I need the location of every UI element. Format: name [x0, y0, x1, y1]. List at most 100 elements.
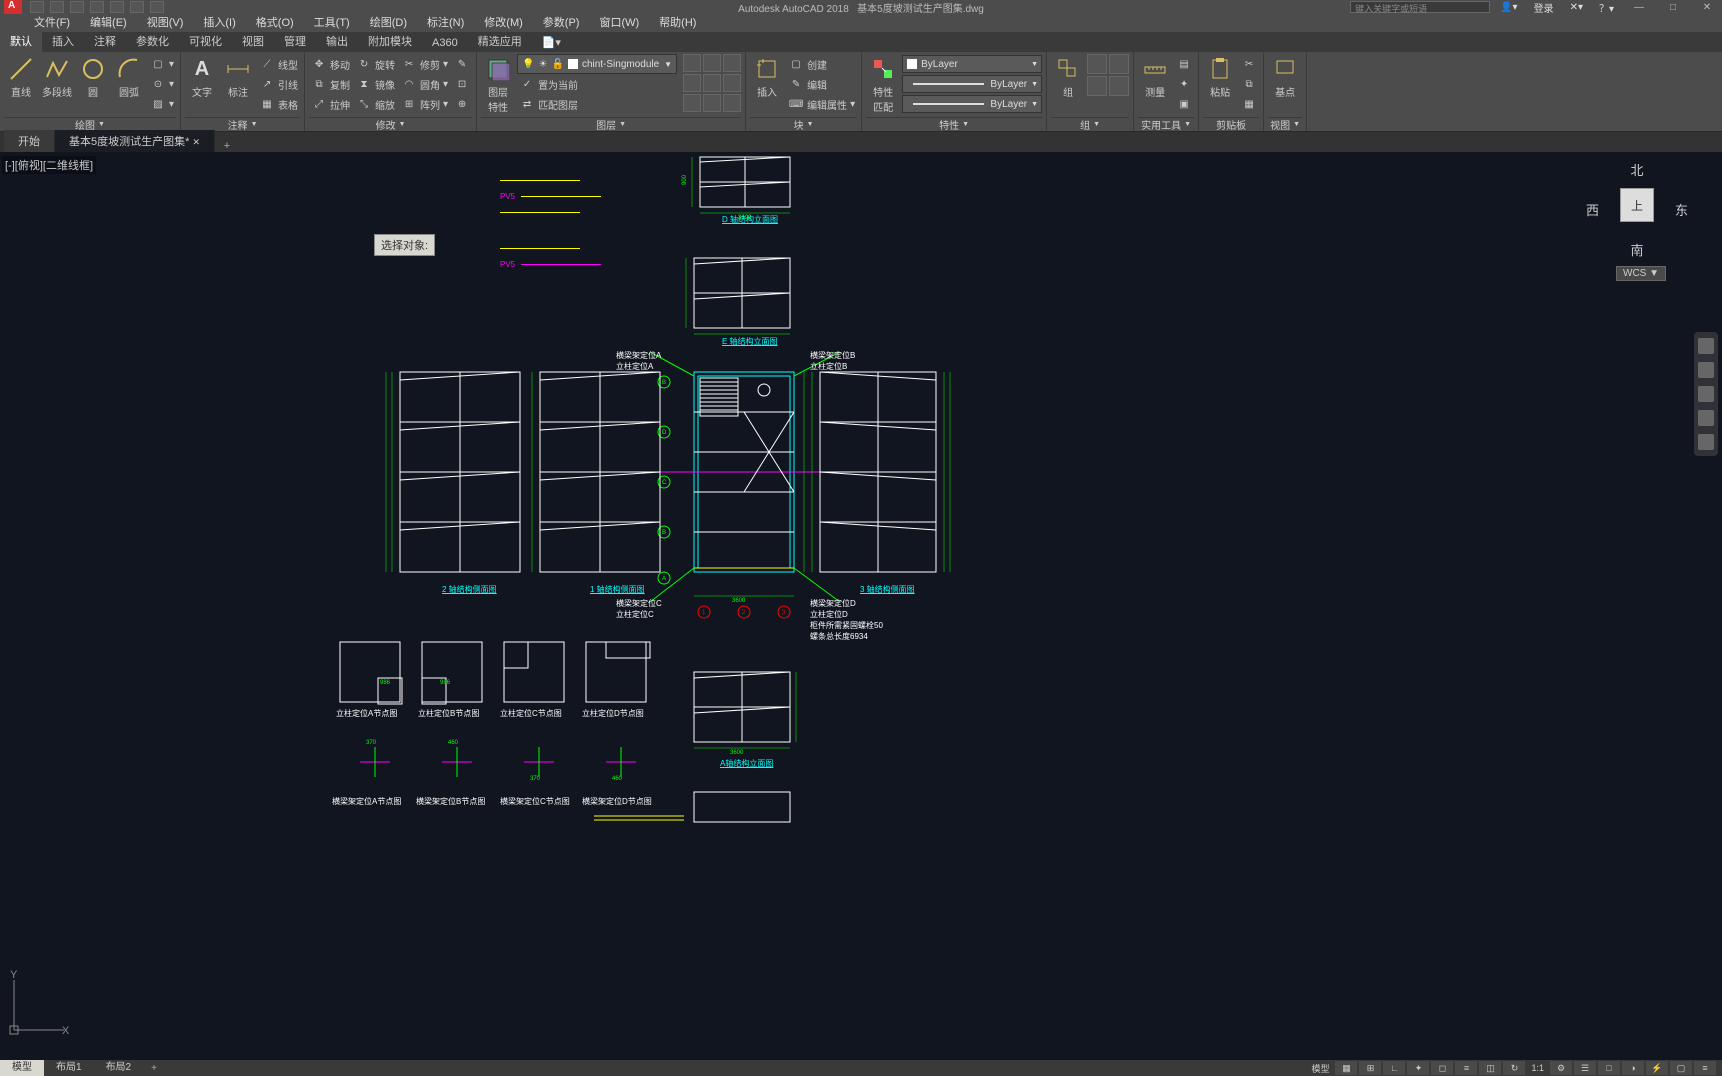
status-polar-icon[interactable]: ✦: [1407, 1061, 1429, 1075]
viewcube-east[interactable]: 东: [1675, 200, 1688, 219]
layer-tool-9[interactable]: [723, 94, 741, 112]
paste-button[interactable]: 粘贴: [1203, 54, 1237, 116]
layer-tool-3[interactable]: [723, 54, 741, 72]
status-cycle-icon[interactable]: ↻: [1503, 1061, 1525, 1075]
status-osnap-icon[interactable]: ◻: [1431, 1061, 1453, 1075]
block-edit[interactable]: ✎编辑: [786, 74, 857, 94]
login-button[interactable]: 登录: [1528, 0, 1560, 15]
ribbon-tab-insert[interactable]: 插入: [42, 30, 84, 52]
block-insert-button[interactable]: 插入: [750, 54, 784, 116]
layout1-tab[interactable]: 布局1: [44, 1060, 94, 1076]
status-monitor-icon[interactable]: □: [1598, 1061, 1620, 1075]
viewcube-top[interactable]: 上: [1620, 188, 1654, 222]
model-tab[interactable]: 模型: [0, 1060, 44, 1076]
polyline-button[interactable]: 多段线: [40, 54, 74, 116]
status-isolate-icon[interactable]: ◑: [1622, 1061, 1644, 1075]
rotate-button[interactable]: ↻旋转: [354, 54, 397, 74]
qat-redo[interactable]: [150, 1, 164, 13]
group-tool-3[interactable]: [1087, 76, 1107, 96]
viewcube[interactable]: 北 南 东 西 上 WCS ▼: [1592, 160, 1682, 290]
group-tool-4[interactable]: [1109, 76, 1129, 96]
ribbon-tab-addins[interactable]: 附加模块: [358, 30, 422, 52]
nav-showmotion-icon[interactable]: [1698, 434, 1714, 450]
layout2-tab[interactable]: 布局2: [94, 1060, 144, 1076]
ribbon-tab-default[interactable]: 默认: [0, 30, 42, 52]
status-snap-icon[interactable]: ⊞: [1359, 1061, 1381, 1075]
block-create[interactable]: ▢创建: [786, 54, 857, 74]
util-1[interactable]: ▤: [1174, 54, 1194, 74]
qat-open[interactable]: [50, 1, 64, 13]
status-grid-icon[interactable]: ▦: [1335, 1061, 1357, 1075]
layer-tool-7[interactable]: [683, 94, 701, 112]
clip-cut[interactable]: ✂: [1239, 54, 1259, 74]
layer-props-button[interactable]: 图层 特性: [481, 54, 515, 116]
ribbon-tab-output[interactable]: 输出: [316, 30, 358, 52]
menu-help[interactable]: 帮助(H): [649, 14, 706, 32]
draw-extra-2[interactable]: ⊙▾: [148, 74, 176, 94]
base-button[interactable]: 基点: [1268, 54, 1302, 116]
status-customize-icon[interactable]: ≡: [1694, 1061, 1716, 1075]
scale-button[interactable]: ⤡缩放: [354, 94, 397, 114]
text-button[interactable]: A文字: [185, 54, 219, 116]
status-model[interactable]: 模型: [1307, 1062, 1333, 1075]
layer-selector[interactable]: 💡 ☀ 🔓 chint-Singmodule ▼: [517, 54, 677, 74]
stretch-button[interactable]: ⤢拉伸: [309, 94, 352, 114]
layer-tool-5[interactable]: [703, 74, 721, 92]
trim-button[interactable]: ✂修剪 ▾: [399, 54, 450, 74]
nav-orbit-icon[interactable]: [1698, 410, 1714, 426]
group-tool-2[interactable]: [1109, 54, 1129, 74]
draw-extra-3[interactable]: ▨▾: [148, 94, 176, 114]
dimension-button[interactable]: 标注: [221, 54, 255, 116]
exchange-icon[interactable]: ✕▾: [1564, 2, 1589, 13]
ribbon-tab-annotate[interactable]: 注释: [84, 30, 126, 52]
array-button[interactable]: ⊞阵列 ▾: [399, 94, 450, 114]
menu-dim[interactable]: 标注(N): [417, 14, 474, 32]
doc-tab-current[interactable]: 基本5度坡测试生产图集* ✕: [55, 130, 215, 152]
layer-set-current[interactable]: ✓置为当前: [517, 74, 677, 94]
wcs-label[interactable]: WCS ▼: [1616, 266, 1666, 281]
match-props-button[interactable]: 特性 匹配: [866, 54, 900, 116]
minimize-button[interactable]: —: [1624, 0, 1654, 14]
lineweight-selector[interactable]: ByLayer: [902, 75, 1042, 93]
doc-tab-start[interactable]: 开始: [4, 130, 55, 152]
clip-copy[interactable]: ⧉: [1239, 74, 1259, 94]
block-editattr[interactable]: ⌨编辑属性 ▾: [786, 94, 857, 114]
util-3[interactable]: ▣: [1174, 94, 1194, 114]
annot-linetype[interactable]: ⟋线型: [257, 54, 300, 74]
status-ortho-icon[interactable]: ∟: [1383, 1061, 1405, 1075]
mirror-button[interactable]: ⧗镜像: [354, 74, 397, 94]
ribbon-tab-view[interactable]: 视图: [232, 30, 274, 52]
group-button[interactable]: 组: [1051, 54, 1085, 116]
status-hardware-icon[interactable]: ⚡: [1646, 1061, 1668, 1075]
qat-saveas[interactable]: [90, 1, 104, 13]
drawing-canvas[interactable]: [-][俯视][二维线框] 选择对象: PV5 PV5 .g{stroke:#0…: [0, 152, 1722, 1060]
help-icon[interactable]: ？▾: [1593, 0, 1620, 15]
copy-button[interactable]: ⧉复制: [309, 74, 352, 94]
maximize-button[interactable]: □: [1658, 0, 1688, 14]
nav-fullnav-icon[interactable]: [1698, 338, 1714, 354]
color-selector[interactable]: ByLayer: [902, 55, 1042, 73]
util-2[interactable]: ✦: [1174, 74, 1194, 94]
layer-match[interactable]: ⇄匹配图层: [517, 94, 677, 114]
status-lweight-icon[interactable]: ≡: [1455, 1061, 1477, 1075]
layer-tool-6[interactable]: [723, 74, 741, 92]
ribbon-tab-a360[interactable]: A360: [422, 34, 468, 52]
close-button[interactable]: ✕: [1692, 0, 1722, 14]
status-clean-icon[interactable]: ▢: [1670, 1061, 1692, 1075]
modify-extra-2[interactable]: ⊡: [452, 74, 472, 94]
ribbon-tab-visualize[interactable]: 可视化: [179, 30, 232, 52]
layout-add[interactable]: +: [143, 1063, 165, 1074]
fillet-button[interactable]: ◠圆角 ▾: [399, 74, 450, 94]
layer-tool-8[interactable]: [703, 94, 721, 112]
nav-pan-icon[interactable]: [1698, 362, 1714, 378]
qat-save[interactable]: [70, 1, 84, 13]
viewcube-west[interactable]: 西: [1586, 200, 1599, 219]
measure-button[interactable]: 测量: [1138, 54, 1172, 116]
modify-extra-3[interactable]: ⊕: [452, 94, 472, 114]
status-transparency-icon[interactable]: ◫: [1479, 1061, 1501, 1075]
annot-leader[interactable]: ↗引线: [257, 74, 300, 94]
layer-tool-2[interactable]: [703, 54, 721, 72]
nav-zoom-icon[interactable]: [1698, 386, 1714, 402]
annot-table[interactable]: ▦表格: [257, 94, 300, 114]
layer-tool-4[interactable]: [683, 74, 701, 92]
